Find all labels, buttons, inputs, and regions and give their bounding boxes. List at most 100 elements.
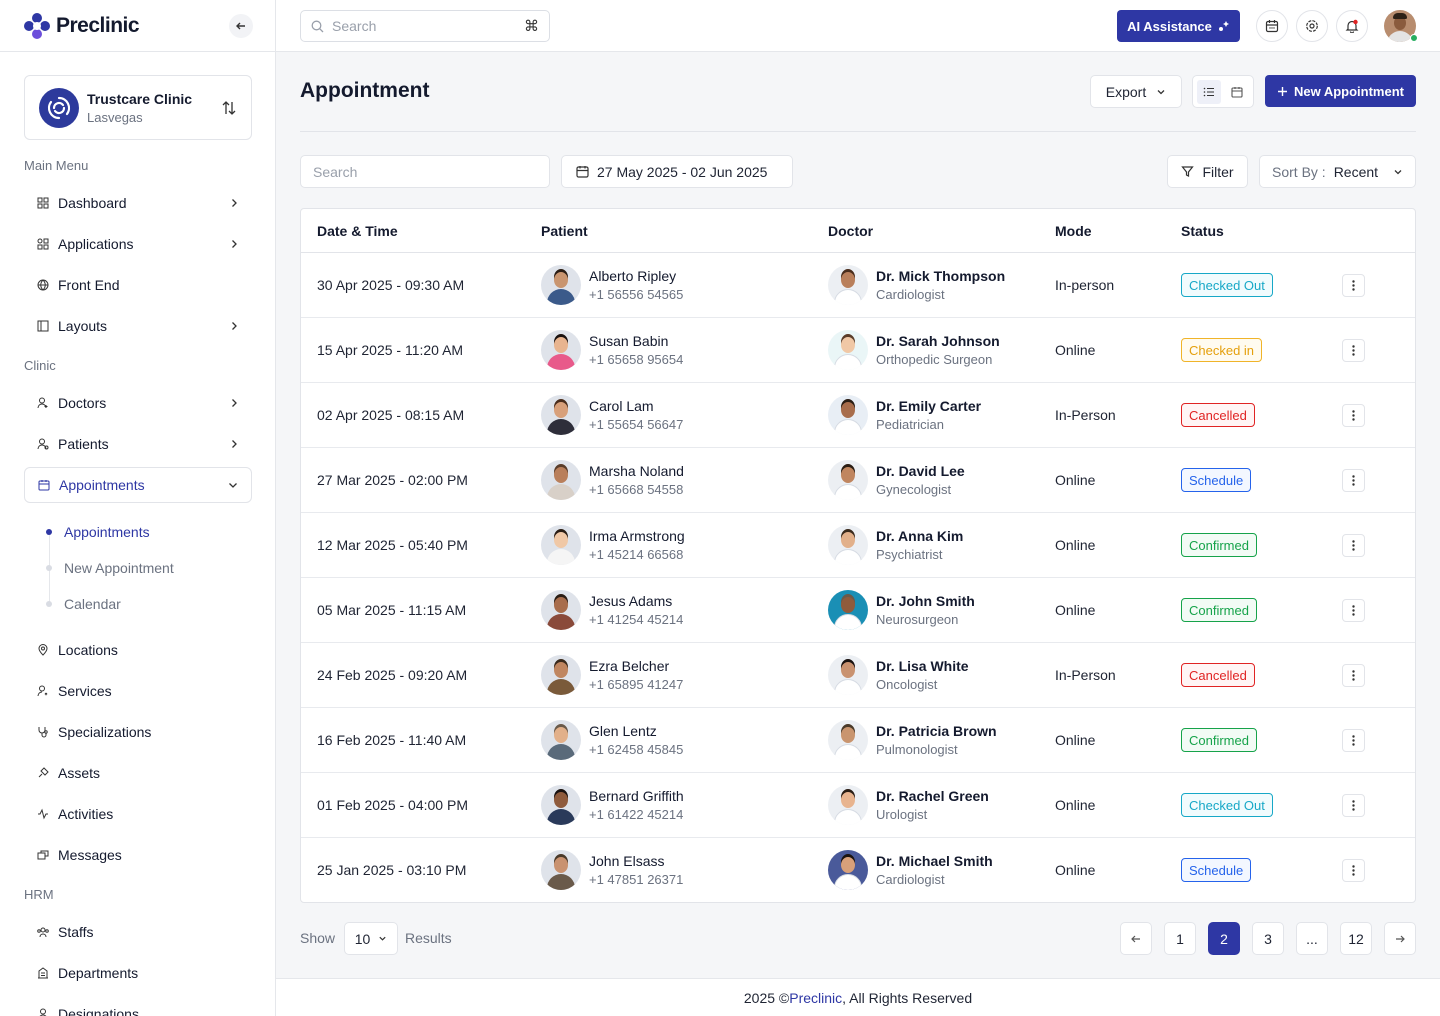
- sort-label: Sort By :: [1272, 163, 1326, 180]
- table-row[interactable]: 12 Mar 2025 - 05:40 PM Irma Armstrong +1…: [301, 513, 1415, 578]
- doctor-cell[interactable]: Dr. Mick Thompson Cardiologist: [828, 265, 1005, 305]
- table-row[interactable]: 24 Feb 2025 - 09:20 AM Ezra Belcher +1 6…: [301, 643, 1415, 708]
- list-view-button[interactable]: [1197, 79, 1221, 104]
- table-row[interactable]: 15 Apr 2025 - 11:20 AM Susan Babin +1 65…: [301, 318, 1415, 383]
- doctor-cell[interactable]: Dr. Michael Smith Cardiologist: [828, 850, 993, 890]
- row-actions-button[interactable]: [1342, 664, 1365, 687]
- new-appointment-button[interactable]: New Appointment: [1265, 75, 1416, 107]
- row-actions-button[interactable]: [1342, 859, 1365, 882]
- sidebar-item-staffs[interactable]: Staffs: [24, 914, 252, 950]
- page-button-12[interactable]: 12: [1340, 922, 1372, 955]
- doctor-cell[interactable]: Dr. Rachel Green Urologist: [828, 785, 989, 825]
- clinic-switcher[interactable]: Trustcare Clinic Lasvegas: [24, 75, 252, 140]
- prev-page-button[interactable]: [1120, 922, 1152, 955]
- patient-cell[interactable]: Ezra Belcher +1 65895 41247: [541, 655, 683, 695]
- sidebar-item-layouts[interactable]: Layouts: [24, 308, 252, 344]
- patient-cell[interactable]: Marsha Noland +1 65668 54558: [541, 460, 684, 500]
- row-actions-button[interactable]: [1342, 339, 1365, 362]
- doctor-specialty: Urologist: [876, 807, 928, 822]
- table-row[interactable]: 05 Mar 2025 - 11:15 AM Jesus Adams +1 41…: [301, 578, 1415, 643]
- global-search-input[interactable]: Search ⌘: [300, 10, 550, 42]
- section-hrm: HRM: [24, 887, 54, 902]
- patient-cell[interactable]: Bernard Griffith +1 61422 45214: [541, 785, 684, 825]
- table-row[interactable]: 25 Jan 2025 - 03:10 PM John Elsass +1 47…: [301, 838, 1415, 902]
- sidebar-item-label: Applications: [58, 236, 134, 252]
- date-range-picker[interactable]: 27 May 2025 - 02 Jun 2025: [561, 155, 793, 188]
- table-row[interactable]: 01 Feb 2025 - 04:00 PM Bernard Griffith …: [301, 773, 1415, 838]
- doctor-cell[interactable]: Dr. Sarah Johnson Orthopedic Surgeon: [828, 330, 1000, 370]
- header-mode[interactable]: Mode: [1055, 223, 1092, 239]
- footer-brand-link[interactable]: Preclinic: [789, 990, 842, 1006]
- submenu-item-new-appointment[interactable]: New Appointment: [40, 558, 174, 578]
- table-search-input[interactable]: Search: [300, 155, 550, 188]
- more-vertical-icon: [1352, 410, 1355, 421]
- settings-button[interactable]: [1296, 10, 1328, 42]
- doctor-cell[interactable]: Dr. Lisa White Oncologist: [828, 655, 969, 695]
- calendar-button[interactable]: [1256, 10, 1288, 42]
- row-actions-button[interactable]: [1342, 274, 1365, 297]
- submenu-item-calendar[interactable]: Calendar: [40, 594, 121, 614]
- row-actions-button[interactable]: [1342, 404, 1365, 427]
- header-status[interactable]: Status: [1181, 223, 1224, 239]
- more-vertical-icon: [1352, 735, 1355, 746]
- row-actions-button[interactable]: [1342, 534, 1365, 557]
- row-actions-button[interactable]: [1342, 794, 1365, 817]
- sidebar-item-label: Doctors: [58, 395, 107, 411]
- calendar-view-button[interactable]: [1225, 80, 1249, 104]
- doctor-cell[interactable]: Dr. David Lee Gynecologist: [828, 460, 965, 500]
- patient-name: John Elsass: [589, 853, 665, 869]
- doctor-cell[interactable]: Dr. Emily Carter Pediatrician: [828, 395, 981, 435]
- sidebar-item-front-end[interactable]: Front End: [24, 267, 252, 303]
- per-page-select[interactable]: 10: [344, 922, 398, 955]
- section-main-menu: Main Menu: [24, 158, 89, 173]
- patient-cell[interactable]: Glen Lentz +1 62458 45845: [541, 720, 683, 760]
- export-dropdown[interactable]: Export: [1090, 75, 1182, 108]
- patient-cell[interactable]: Jesus Adams +1 41254 45214: [541, 590, 683, 630]
- patient-cell[interactable]: Irma Armstrong +1 45214 66568: [541, 525, 685, 565]
- table-row[interactable]: 02 Apr 2025 - 08:15 AM Carol Lam +1 5565…: [301, 383, 1415, 448]
- header-date-time[interactable]: Date & Time: [317, 223, 398, 239]
- sidebar-item-specializations[interactable]: Specializations: [24, 714, 252, 750]
- sidebar-item-patients[interactable]: Patients: [24, 426, 252, 462]
- page-button-3[interactable]: 3: [1252, 922, 1284, 955]
- sidebar-item-designations[interactable]: Designations: [24, 996, 252, 1016]
- row-actions-button[interactable]: [1342, 469, 1365, 492]
- doctor-specialty: Pulmonologist: [876, 742, 958, 757]
- app-logo[interactable]: Preclinic: [24, 12, 140, 40]
- notifications-button[interactable]: [1336, 10, 1368, 42]
- row-actions-button[interactable]: [1342, 729, 1365, 752]
- patient-cell[interactable]: Susan Babin +1 65658 95654: [541, 330, 683, 370]
- chevron-down-icon: [379, 936, 386, 941]
- sidebar-item-assets[interactable]: Assets: [24, 755, 252, 791]
- table-row[interactable]: 27 Mar 2025 - 02:00 PM Marsha Noland +1 …: [301, 448, 1415, 513]
- patient-cell[interactable]: John Elsass +1 47851 26371: [541, 850, 683, 890]
- sidebar-item-dashboard[interactable]: Dashboard: [24, 185, 252, 221]
- ai-assistance-button[interactable]: AI Assistance: [1117, 10, 1240, 42]
- sidebar-item-messages[interactable]: Messages: [24, 837, 252, 873]
- sort-dropdown[interactable]: Sort By : Recent: [1259, 155, 1416, 188]
- row-actions-button[interactable]: [1342, 599, 1365, 622]
- table-row[interactable]: 30 Apr 2025 - 09:30 AM Alberto Ripley +1…: [301, 253, 1415, 318]
- next-page-button[interactable]: [1384, 922, 1416, 955]
- patient-cell[interactable]: Carol Lam +1 55654 56647: [541, 395, 683, 435]
- header-patient[interactable]: Patient: [541, 223, 588, 239]
- page-button-2[interactable]: 2: [1208, 922, 1240, 955]
- sidebar-item-appointments[interactable]: Appointments: [24, 467, 252, 503]
- sidebar-item-doctors[interactable]: Doctors: [24, 385, 252, 421]
- doctor-cell[interactable]: Dr. Anna Kim Psychiatrist: [828, 525, 963, 565]
- patient-cell[interactable]: Alberto Ripley +1 56556 54565: [541, 265, 683, 305]
- sidebar-item-activities[interactable]: Activities: [24, 796, 252, 832]
- sidebar-item-locations[interactable]: Locations: [24, 632, 252, 668]
- doctor-cell[interactable]: Dr. Patricia Brown Pulmonologist: [828, 720, 997, 760]
- sidebar-item-applications[interactable]: Applications: [24, 226, 252, 262]
- collapse-sidebar-button[interactable]: [229, 14, 253, 38]
- page-button-1[interactable]: 1: [1164, 922, 1196, 955]
- sidebar-item-services[interactable]: Services: [24, 673, 252, 709]
- sidebar-item-departments[interactable]: Departments: [24, 955, 252, 991]
- submenu-item-appointments[interactable]: Appointments: [40, 522, 150, 542]
- filter-button[interactable]: Filter: [1167, 155, 1248, 188]
- doctor-name: Dr. Sarah Johnson: [876, 333, 1000, 349]
- table-row[interactable]: 16 Feb 2025 - 11:40 AM Glen Lentz +1 624…: [301, 708, 1415, 773]
- header-doctor[interactable]: Doctor: [828, 223, 873, 239]
- doctor-cell[interactable]: Dr. John Smith Neurosurgeon: [828, 590, 975, 630]
